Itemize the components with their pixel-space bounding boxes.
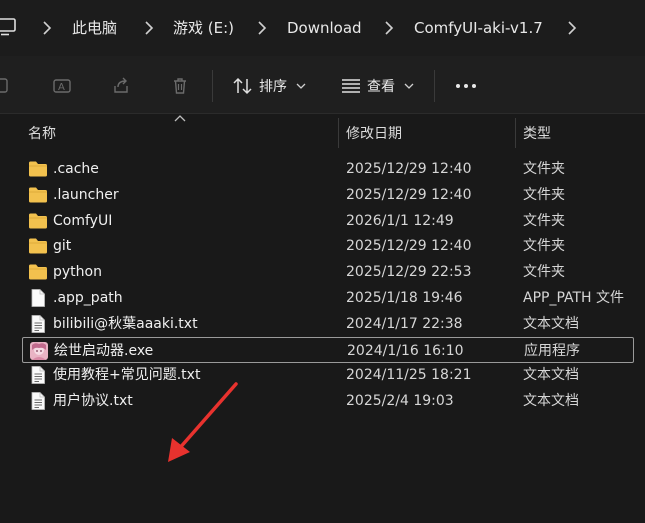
sort-label: 排序	[259, 79, 287, 95]
file-name: .launcher	[53, 186, 119, 203]
file-modified-date: 2024/1/17 22:38	[346, 315, 463, 332]
file-row[interactable]: 使用教程+常见问题.txt 2024/11/25 18:21 文本文档	[22, 362, 634, 388]
more-dot	[464, 84, 468, 88]
file-type: 文件夹	[523, 238, 565, 255]
file-type: 文本文档	[523, 393, 579, 410]
toolbar-divider	[434, 70, 435, 102]
view-label: 查看	[367, 79, 395, 95]
share-icon[interactable]	[111, 76, 131, 96]
file-name: 使用教程+常见问题.txt	[53, 367, 201, 384]
more-dot	[456, 84, 460, 88]
file-type: 应用程序	[524, 342, 580, 359]
file-list: 名称 修改日期 类型 .cache 2025/12/29 12:40 文件夹 .lau…	[0, 114, 645, 523]
file-type: 文本文档	[523, 315, 579, 332]
rename-icon[interactable]: A	[52, 76, 72, 96]
column-header-row: 名称 修改日期 类型	[0, 114, 645, 150]
sort-button[interactable]: 排序	[233, 74, 306, 98]
column-header-name[interactable]: 名称	[28, 123, 56, 143]
file-name: 用户协议.txt	[53, 393, 133, 410]
file-name: 绘世启动器.exe	[54, 342, 154, 359]
breadcrumb-drive[interactable]: 游戏 (E:)	[173, 18, 234, 38]
breadcrumb-current-folder[interactable]: ComfyUI-aki-v1.7	[414, 18, 543, 38]
file-modified-date: 2024/1/16 16:10	[347, 342, 464, 359]
file-name: bilibili@秋葉aaaki.txt	[53, 315, 198, 332]
file-modified-date: 2025/12/29 12:40	[346, 238, 472, 255]
file-modified-date: 2026/1/1 12:49	[346, 212, 454, 229]
chevron-right-icon[interactable]	[384, 20, 394, 36]
file-row[interactable]: 用户协议.txt 2025/2/4 19:03 文本文档	[22, 388, 634, 414]
folder-icon	[29, 264, 47, 280]
more-dot	[472, 84, 476, 88]
text-file-icon	[31, 392, 45, 411]
folder-icon	[29, 187, 47, 203]
file-row[interactable]: git 2025/12/29 12:40 文件夹	[22, 233, 634, 259]
sort-ascending-icon	[174, 115, 186, 122]
copy-icon[interactable]	[0, 76, 14, 96]
file-row[interactable]: .cache 2025/12/29 12:40 文件夹	[22, 156, 634, 182]
blank-file-icon	[31, 289, 45, 307]
file-name: .cache	[53, 161, 99, 177]
file-name: .app_path	[53, 290, 123, 306]
file-modified-date: 2025/2/4 19:03	[346, 393, 454, 410]
file-modified-date: 2025/12/29 12:40	[346, 186, 472, 203]
chevron-right-icon[interactable]	[42, 20, 52, 36]
file-name: ComfyUI	[53, 212, 113, 229]
view-list-icon	[342, 79, 360, 93]
sort-icon	[233, 77, 252, 95]
text-file-icon	[31, 366, 45, 385]
file-type: APP_PATH 文件	[523, 290, 625, 306]
file-row[interactable]: python 2025/12/29 22:53 文件夹	[22, 259, 634, 285]
column-header-type[interactable]: 类型	[523, 123, 551, 143]
file-name: git	[53, 238, 72, 255]
folder-icon	[29, 161, 47, 177]
delete-icon[interactable]	[170, 76, 190, 96]
view-button[interactable]: 查看	[341, 74, 414, 98]
command-bar: A 排序 查看	[0, 56, 645, 114]
column-header-modified[interactable]: 修改日期	[346, 123, 402, 143]
file-modified-date: 2024/11/25 18:21	[346, 367, 472, 384]
file-row[interactable]: 绘世启动器.exe 2024/1/16 16:10 应用程序	[22, 336, 634, 363]
chevron-down-icon	[296, 83, 306, 89]
column-divider[interactable]	[515, 118, 516, 148]
text-file-icon	[31, 314, 45, 333]
toolbar-divider	[212, 70, 213, 102]
folder-icon	[29, 238, 47, 254]
file-modified-date: 2025/12/29 22:53	[346, 264, 472, 281]
column-divider[interactable]	[338, 118, 339, 148]
file-row[interactable]: .launcher 2025/12/29 12:40 文件夹	[22, 182, 634, 208]
computer-icon[interactable]	[0, 18, 16, 36]
more-options-button[interactable]	[456, 84, 476, 88]
folder-icon	[29, 213, 47, 229]
file-row[interactable]: ComfyUI 2026/1/1 12:49 文件夹	[22, 208, 634, 234]
file-row[interactable]: bilibili@秋葉aaaki.txt 2024/1/17 22:38 文本文档	[22, 311, 634, 337]
file-type: 文件夹	[523, 161, 565, 177]
chevron-down-icon	[404, 83, 414, 89]
file-modified-date: 2025/1/18 19:46	[346, 290, 463, 306]
chevron-right-icon[interactable]	[567, 20, 577, 36]
chevron-right-icon[interactable]	[144, 20, 154, 36]
address-bar: 此电脑 游戏 (E:) Download ComfyUI-aki-v1.7	[0, 0, 645, 56]
svg-text:A: A	[58, 82, 65, 93]
file-type: 文件夹	[523, 264, 565, 281]
breadcrumb-this-pc[interactable]: 此电脑	[72, 18, 117, 38]
file-type: 文本文档	[523, 367, 579, 384]
breadcrumb-download[interactable]: Download	[287, 18, 362, 38]
file-modified-date: 2025/12/29 12:40	[346, 161, 472, 177]
file-row[interactable]: .app_path 2025/1/18 19:46 APP_PATH 文件	[22, 285, 634, 311]
file-type: 文件夹	[523, 212, 565, 229]
chevron-right-icon[interactable]	[257, 20, 267, 36]
file-name: python	[53, 264, 102, 281]
file-type: 文件夹	[523, 186, 565, 203]
app-icon	[30, 341, 48, 360]
